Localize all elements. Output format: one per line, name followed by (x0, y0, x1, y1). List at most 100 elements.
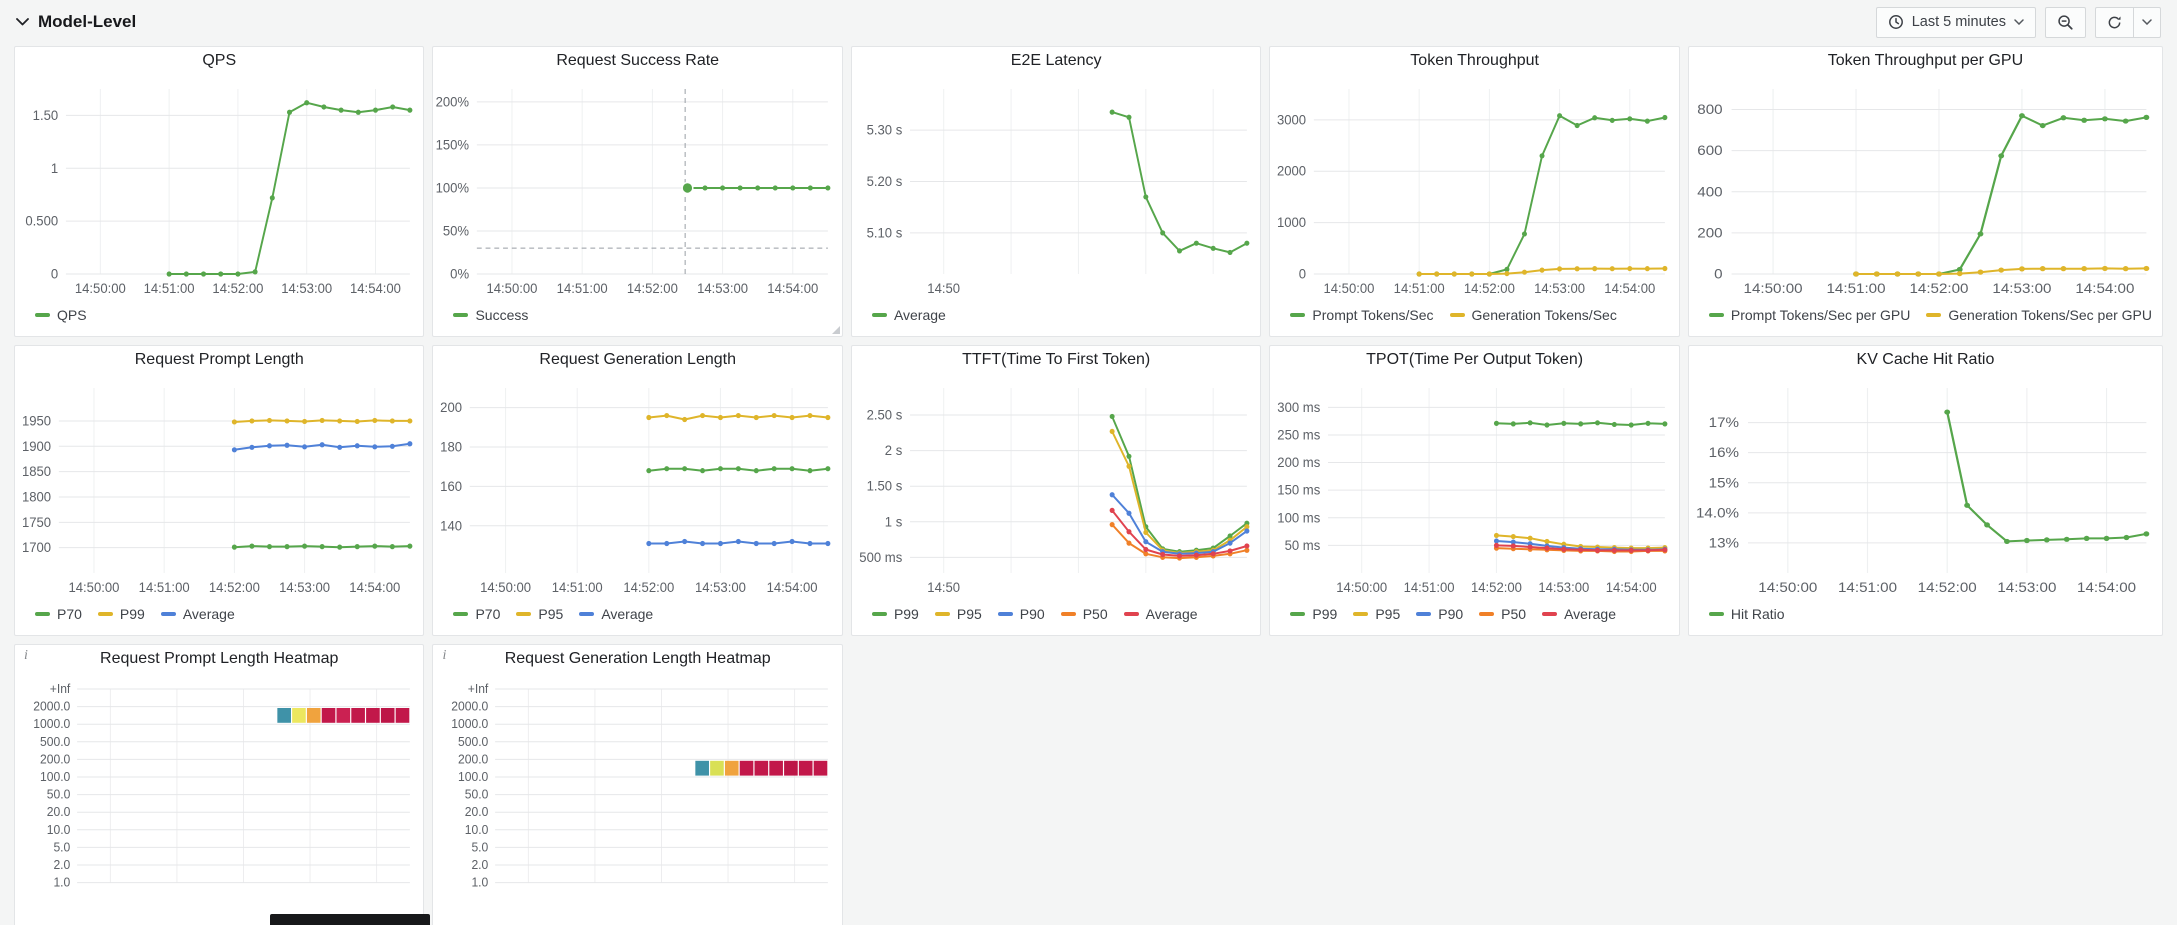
magnifier-minus-icon (2058, 14, 2073, 30)
legend-item-average[interactable]: Average (1123, 606, 1198, 622)
heatmap-cell (380, 708, 395, 723)
info-icon[interactable]: i (442, 649, 446, 663)
legend-item-average[interactable]: Average (579, 606, 653, 622)
series-point (1645, 547, 1651, 553)
panel-title[interactable]: Request Success Rate (556, 52, 719, 70)
legend-item-p50[interactable]: P50 (1479, 606, 1526, 622)
legend: P70 P95 Average (433, 599, 841, 633)
legend-swatch (1708, 612, 1724, 616)
series-point (825, 466, 831, 472)
series-point (372, 444, 378, 450)
series-point (249, 444, 255, 450)
legend-item-qps[interactable]: QPS (35, 307, 87, 323)
series-point (754, 540, 760, 547)
series-point (1210, 551, 1216, 557)
chart-token-throughput[interactable]: 0 1000 2000 3000 14:50:00 14:51:00 14:52:00 14:… (1270, 75, 1678, 300)
zoom-out-button[interactable] (2045, 6, 2086, 38)
chart-request-generation-length-heatmap[interactable]: +Inf 2000.0 1000.0 500.0 200.0 100.0 50.0 20.0 1… (433, 673, 841, 925)
chart-token-throughput-per-gpu[interactable]: 0 200 400 600 800 14:50:00 14:51:00 14:52:00 14:… (1689, 75, 2162, 300)
info-icon[interactable]: i (24, 649, 28, 663)
panel-title[interactable]: Token Throughput (1410, 52, 1539, 70)
legend-item-p99[interactable]: P99 (871, 606, 919, 622)
legend-item-p99[interactable]: P99 (97, 606, 145, 622)
time-range-picker[interactable]: Last 5 minutes (1875, 6, 2036, 38)
series-point (1956, 270, 1963, 277)
legend-item-p99[interactable]: P99 (1290, 606, 1337, 622)
panel-title[interactable]: Token Throughput per GPU (1828, 52, 2023, 70)
legend-item-average[interactable]: Average (871, 307, 946, 323)
legend-item-generation-tokens-sec-per-gpu[interactable]: Generation Tokens/Sec per GPU (1926, 307, 2152, 323)
panel-title[interactable]: KV Cache Hit Ratio (1857, 351, 1995, 369)
chart-e2e-latency[interactable]: 5.10 s 5.20 s 5.30 s 14:50 (852, 75, 1260, 300)
legend-item-p70[interactable]: P70 (453, 606, 500, 622)
series-point (2103, 535, 2110, 542)
series-point (1612, 547, 1618, 553)
series-point (700, 468, 706, 474)
panel-title[interactable]: Request Generation Length (539, 351, 736, 369)
legend-item-prompt-tokens-sec-per-gpu[interactable]: Prompt Tokens/Sec per GPU (1708, 307, 1910, 323)
chart-qps[interactable]: 0 0.500 1 1.50 14:50:00 14:51:00 14:52:00 14:53… (15, 75, 423, 300)
chevron-down-icon (2014, 19, 2024, 25)
y-tick-label: 0 (1714, 267, 1722, 282)
series-point (1143, 529, 1149, 536)
legend-item-p50[interactable]: P50 (1060, 606, 1108, 622)
series-point (1557, 113, 1563, 119)
legend-swatch (1449, 313, 1465, 317)
chart-request-generation-length[interactable]: 140 160 180 200 14:50:00 14:51:00 14:52:00 14:5… (433, 374, 841, 599)
panel-title[interactable]: E2E Latency (1011, 52, 1102, 70)
legend-label: Prompt Tokens/Sec (1312, 307, 1434, 323)
legend-item-hit-ratio[interactable]: Hit Ratio (1708, 606, 1785, 622)
legend-item-p70[interactable]: P70 (35, 606, 82, 622)
chart-request-prompt-length-heatmap[interactable]: +Inf 2000.0 1000.0 500.0 200.0 100.0 50.0 20.0 1… (15, 673, 423, 925)
chart-request-prompt-length[interactable]: 1700 1750 1800 1850 1900 1950 14:50:00 14:51:00… (15, 374, 423, 599)
panel-resize-handle[interactable] (831, 326, 840, 334)
series-point (1977, 231, 1984, 237)
legend-item-average[interactable]: Average (160, 606, 235, 622)
refresh-interval-dropdown[interactable] (2134, 6, 2161, 38)
series-point (1662, 114, 1668, 121)
panel-header: i Request Generation Length Heatmap (433, 645, 841, 673)
series-line-qps (168, 101, 411, 275)
series-point (337, 544, 343, 550)
legend-item-p90[interactable]: P90 (1416, 606, 1463, 622)
heatmap-cell (321, 708, 336, 723)
chart-request-success-rate[interactable]: 0% 50% 100% 150% 200% 14:50:00 14:51:00 14:52:0… (433, 75, 841, 300)
series-point (354, 443, 360, 449)
legend-item-p95[interactable]: P95 (934, 606, 982, 622)
panel-header: Request Generation Length (433, 346, 841, 374)
series-point (1645, 420, 1651, 426)
series-point (1176, 553, 1182, 559)
series-point (1575, 122, 1581, 129)
panel-title[interactable]: TTFT(Time To First Token) (962, 351, 1150, 369)
panel-title[interactable]: QPS (202, 52, 236, 70)
series-point (2039, 122, 2046, 129)
legend-label: Average (601, 606, 654, 622)
chart-kv-cache-hit-ratio[interactable]: 13% 14.0% 15% 16% 17% 14:50:00 14:51:00 14:52:0… (1689, 374, 2162, 599)
legend-item-p95[interactable]: P95 (516, 606, 563, 622)
series-point (664, 466, 670, 472)
chart-tpot[interactable]: 50 ms 100 ms 150 ms 200 ms 250 ms 300 ms 14:50… (1270, 374, 1678, 599)
legend-item-p95[interactable]: P95 (1353, 606, 1400, 622)
series-point (1592, 266, 1598, 272)
legend-item-p90[interactable]: P90 (997, 606, 1045, 622)
section-collapse-toggle[interactable]: Model-Level (16, 12, 136, 32)
panel-title[interactable]: TPOT(Time Per Output Token) (1366, 351, 1583, 369)
series-point (337, 444, 343, 450)
series-point (1629, 422, 1635, 428)
legend-item-average[interactable]: Average (1542, 606, 1616, 622)
panel-title[interactable]: Request Prompt Length (135, 351, 304, 369)
series-point (407, 418, 413, 424)
panel-title[interactable]: Request Prompt Length Heatmap (100, 650, 338, 668)
legend-item-prompt-tokens-sec[interactable]: Prompt Tokens/Sec (1290, 307, 1434, 323)
panel-title[interactable]: Request Generation Length Heatmap (505, 650, 771, 668)
chart-ttft[interactable]: 500 ms 1 s 1.50 s 2 s 2.50 s 14:50 (852, 374, 1260, 599)
legend-item-generation-tokens-sec[interactable]: Generation Tokens/Sec (1449, 307, 1617, 323)
legend-item-success[interactable]: Success (453, 307, 528, 323)
refresh-button[interactable] (2095, 6, 2134, 38)
legend: Success (433, 300, 841, 334)
series-point (2081, 266, 2087, 272)
legend-label: P50 (1082, 606, 1108, 622)
series-point (1873, 271, 1880, 277)
series-point (1522, 269, 1528, 275)
series-point (354, 418, 360, 425)
